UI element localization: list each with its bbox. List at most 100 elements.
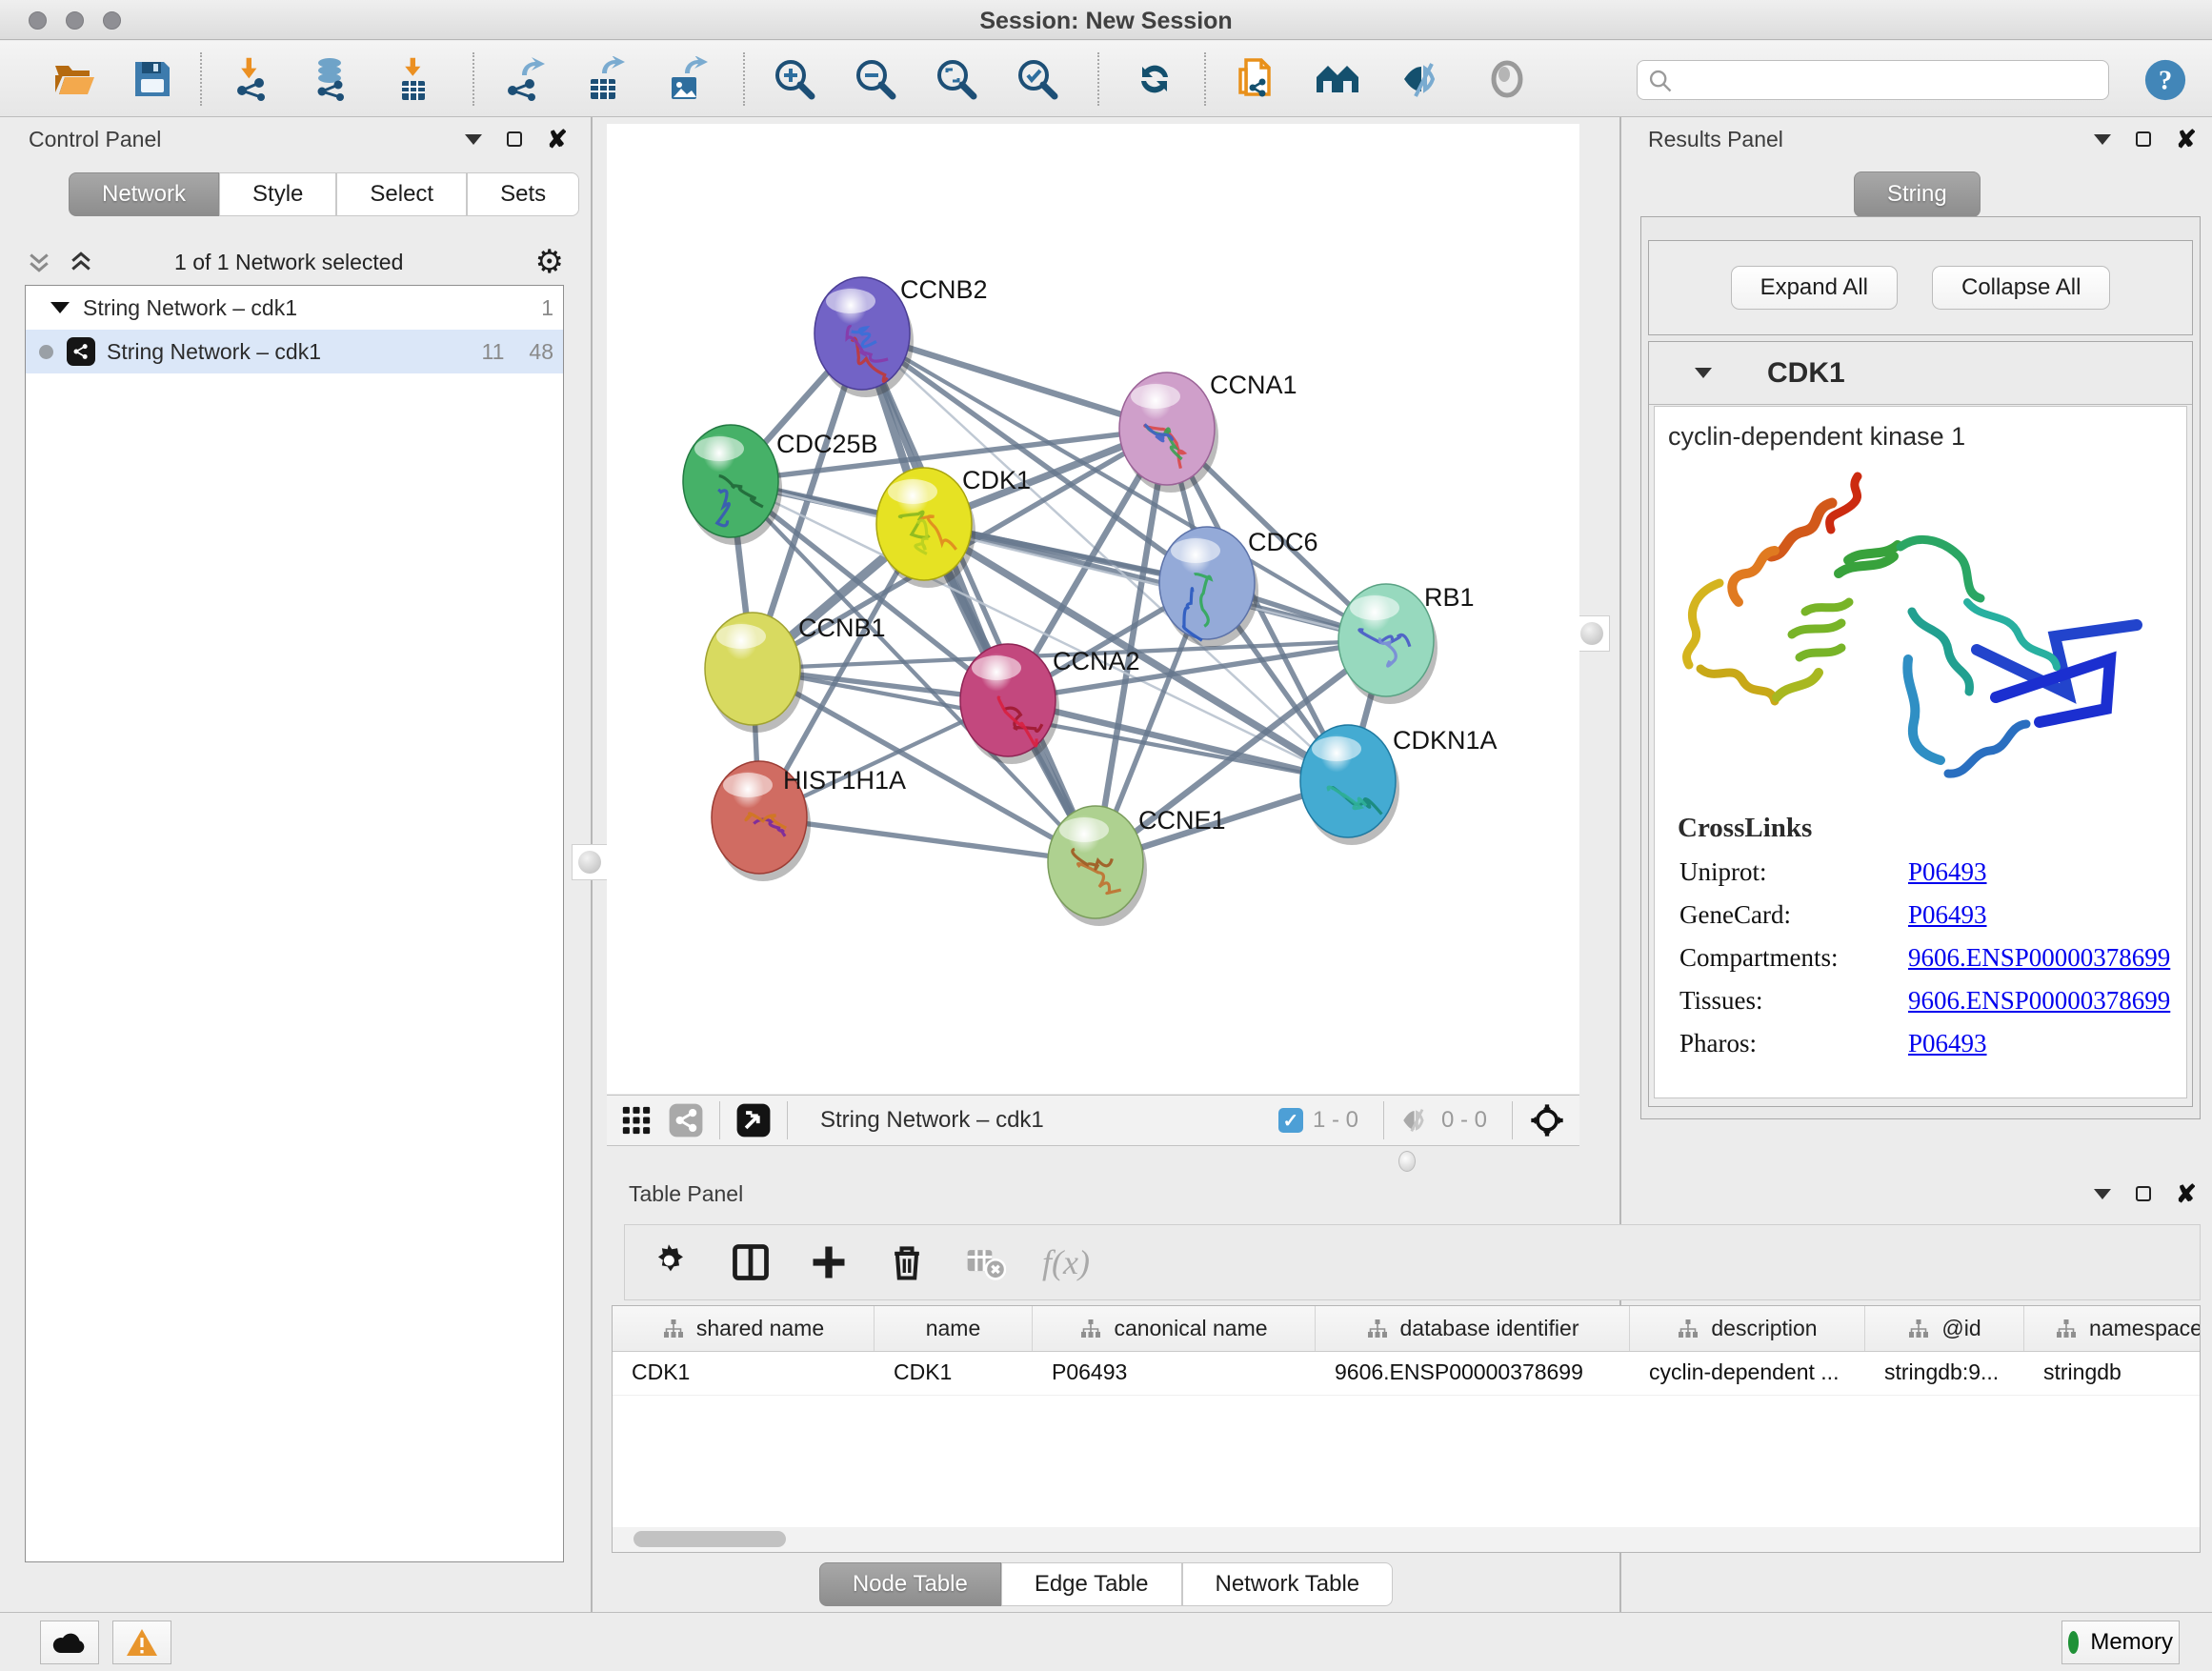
network-graph[interactable]: CCNB2CCNA1CDC25BCDK1CDC6RB1CCNB1CCNA2CDK… — [607, 124, 1579, 1094]
tab-style[interactable]: Style — [219, 172, 336, 216]
create-column-icon[interactable] — [808, 1241, 850, 1283]
network-column-icon — [662, 1318, 685, 1340]
panel-close-icon[interactable]: ✘ — [2176, 131, 2197, 147]
search-input[interactable] — [1679, 63, 2099, 95]
apply-layout-button[interactable] — [1130, 54, 1179, 104]
crosslink-value-link[interactable]: 9606.ENSP00000378699 — [1908, 943, 2170, 973]
hide-selected-button[interactable] — [1397, 54, 1446, 104]
crosslink-value-link[interactable]: 9606.ENSP00000378699 — [1908, 986, 2170, 1016]
open-session-button[interactable] — [50, 54, 99, 104]
panel-float-icon[interactable] — [507, 131, 522, 147]
export-network-button[interactable] — [499, 54, 549, 104]
zoom-in-button[interactable] — [770, 54, 819, 104]
memory-button[interactable]: Memory — [2061, 1621, 2180, 1664]
collection-expander-icon[interactable] — [50, 302, 70, 313]
memory-label: Memory — [2090, 1629, 2173, 1656]
panel-close-icon[interactable]: ✘ — [547, 131, 568, 147]
panel-menu-icon[interactable] — [2094, 134, 2111, 145]
network-node-cdc25b[interactable]: CDC25B — [683, 425, 878, 545]
tab-network-table[interactable]: Network Table — [1182, 1562, 1394, 1606]
horizontal-splitter-handle[interactable] — [1398, 1151, 1416, 1172]
table-cell[interactable]: CDK1 — [613, 1352, 875, 1395]
network-node-hist1h1a[interactable]: HIST1H1A — [712, 761, 906, 881]
table-cell[interactable]: cyclin-dependent ... — [1630, 1352, 1865, 1395]
table-cell[interactable]: 9606.ENSP00000378699 — [1316, 1352, 1630, 1395]
zoom-selected-button[interactable] — [1013, 54, 1062, 104]
tab-network[interactable]: Network — [69, 172, 219, 216]
delete-table-icon[interactable] — [964, 1241, 1006, 1283]
toolbar-separator — [719, 1101, 720, 1139]
network-node-ccne1[interactable]: CCNE1 — [1048, 806, 1226, 926]
crosslink-value-link[interactable]: P06493 — [1908, 857, 1987, 887]
delete-column-icon[interactable] — [886, 1241, 928, 1283]
selected-checkbox[interactable]: ✓ — [1278, 1108, 1303, 1133]
grid-view-icon[interactable] — [620, 1104, 653, 1137]
gear-icon[interactable]: ⚙ — [534, 243, 563, 281]
column-header--id[interactable]: @id — [1865, 1306, 2024, 1351]
hidden-eye-icon[interactable] — [1399, 1104, 1432, 1137]
column-header-name[interactable]: name — [875, 1306, 1033, 1351]
network-node-cdk1[interactable]: CDK1 — [876, 466, 1031, 588]
crosshair-icon[interactable] — [1528, 1101, 1566, 1139]
zoom-fit-button[interactable] — [932, 54, 981, 104]
panel-menu-icon[interactable] — [2094, 1189, 2111, 1199]
network-canvas[interactable]: CCNB2CCNA1CDC25BCDK1CDC6RB1CCNB1CCNA2CDK… — [607, 124, 1579, 1094]
expand-all-icon[interactable] — [67, 248, 95, 276]
table-cell[interactable]: stringdb — [2024, 1352, 2201, 1395]
section-expander-icon[interactable] — [1695, 368, 1712, 378]
warnings-button[interactable] — [112, 1621, 171, 1664]
new-network-from-selection-button[interactable] — [1231, 54, 1280, 104]
panel-close-icon[interactable]: ✘ — [2176, 1186, 2197, 1201]
export-table-button[interactable] — [579, 54, 629, 104]
tab-sets[interactable]: Sets — [467, 172, 579, 216]
tab-edge-table[interactable]: Edge Table — [1001, 1562, 1182, 1606]
birdseye-toggle-icon[interactable] — [735, 1102, 772, 1138]
collapse-all-icon[interactable] — [25, 248, 53, 276]
table-cell[interactable]: CDK1 — [875, 1352, 1033, 1395]
network-node-rb1[interactable]: RB1 — [1338, 583, 1475, 704]
share-view-icon[interactable] — [668, 1102, 704, 1138]
column-header-description[interactable]: description — [1630, 1306, 1865, 1351]
network-node-ccnb2[interactable]: CCNB2 — [814, 275, 988, 397]
panel-float-icon[interactable] — [2136, 131, 2151, 147]
crosslink-value-link[interactable]: P06493 — [1908, 1029, 1987, 1058]
scrollbar-thumb[interactable] — [633, 1531, 786, 1547]
column-settings-icon[interactable] — [652, 1241, 694, 1283]
panel-menu-icon[interactable] — [465, 134, 482, 145]
table-cell[interactable]: stringdb:9... — [1865, 1352, 2024, 1395]
table-cell[interactable]: P06493 — [1033, 1352, 1316, 1395]
tab-select[interactable]: Select — [336, 172, 467, 216]
function-builder-icon[interactable]: f(x) — [1042, 1242, 1090, 1282]
save-session-button[interactable] — [128, 54, 177, 104]
column-header-canonical-name[interactable]: canonical name — [1033, 1306, 1316, 1351]
column-header-shared-name[interactable]: shared name — [613, 1306, 875, 1351]
first-neighbors-button[interactable] — [1313, 54, 1362, 104]
zoom-out-button[interactable] — [851, 54, 900, 104]
column-header-database-identifier[interactable]: database identifier — [1316, 1306, 1630, 1351]
cloud-button[interactable] — [40, 1621, 99, 1664]
show-columns-icon[interactable] — [730, 1241, 772, 1283]
collapse-all-button[interactable]: Collapse All — [1932, 266, 2110, 310]
gene-section-header[interactable]: CDK1 — [1649, 342, 2192, 405]
table-row[interactable]: CDK1CDK1P064939606.ENSP00000378699cyclin… — [613, 1352, 2200, 1396]
crosslink-value-link[interactable]: P06493 — [1908, 900, 1987, 930]
network-node-ccna1[interactable]: CCNA1 — [1119, 371, 1297, 493]
table-tabs: Node Table Edge Table Network Table — [0, 1562, 2212, 1606]
import-network-from-database-button[interactable] — [307, 54, 356, 104]
help-button[interactable]: ? — [2142, 56, 2189, 104]
tab-string[interactable]: String — [1854, 171, 1981, 217]
import-table-from-file-button[interactable] — [389, 54, 438, 104]
left-splitter-handle[interactable] — [572, 844, 608, 880]
import-network-from-file-button[interactable] — [227, 54, 276, 104]
tab-node-table[interactable]: Node Table — [819, 1562, 1001, 1606]
horizontal-scrollbar[interactable] — [613, 1527, 2200, 1552]
column-header-namespace[interactable]: namespace — [2024, 1306, 2201, 1351]
expand-all-button[interactable]: Expand All — [1731, 266, 1898, 310]
network-item-row[interactable]: String Network – cdk1 11 48 — [26, 330, 563, 373]
toolbar-separator — [787, 1101, 788, 1139]
network-node-cdkn1a[interactable]: CDKN1A — [1300, 725, 1498, 845]
network-collection-row[interactable]: String Network – cdk1 1 — [26, 286, 563, 330]
export-image-button[interactable] — [660, 54, 710, 104]
show-all-button[interactable] — [1482, 54, 1532, 104]
panel-float-icon[interactable] — [2136, 1186, 2151, 1201]
